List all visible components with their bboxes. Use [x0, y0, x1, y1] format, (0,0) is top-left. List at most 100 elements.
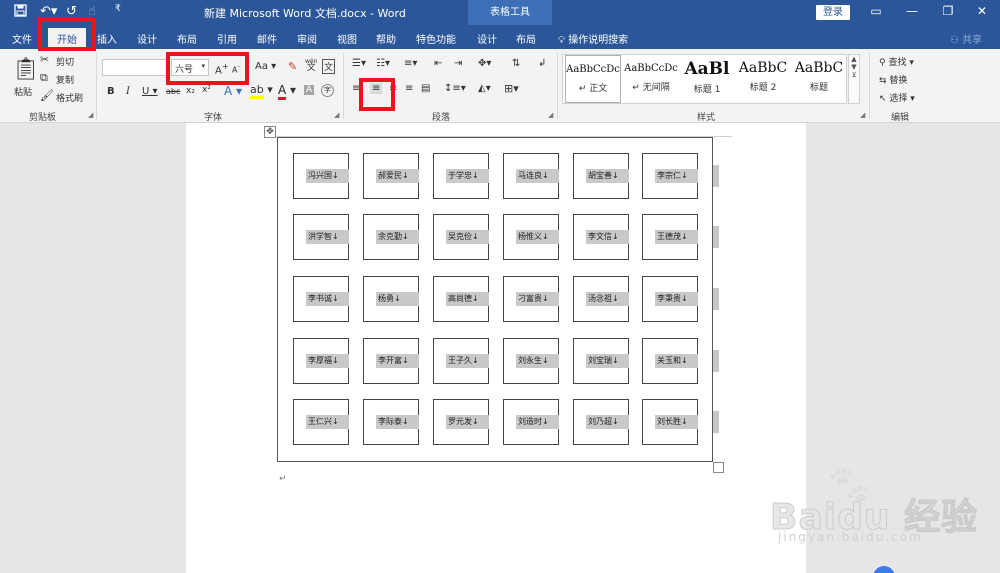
table-cell[interactable]: 杨惟义↓	[503, 214, 559, 260]
select-button[interactable]: ↖ 选择 ▾	[879, 91, 915, 104]
strikethrough-button[interactable]: abc	[166, 87, 180, 96]
tab-file[interactable]: 文件	[12, 31, 32, 46]
share-button[interactable]: ⚇ 共享	[950, 31, 982, 46]
underline-button[interactable]: U ▾	[142, 86, 158, 97]
style-heading-1[interactable]: AaBl 标题 1	[679, 55, 735, 103]
highlight-color-button[interactable]: ab ▾	[250, 83, 273, 99]
style-no-spacing[interactable]: AaBbCcDc ↵ 无间隔	[623, 55, 679, 103]
dialog-launcher-icon[interactable]: ◢	[548, 111, 553, 119]
table-cell[interactable]: 李秉贵↓	[642, 276, 698, 322]
close-icon[interactable]: ✕	[972, 4, 992, 18]
cut-icon[interactable]: ✂	[40, 53, 49, 66]
table-move-handle[interactable]: ✥	[264, 126, 276, 138]
show-marks-icon[interactable]: ↲	[538, 58, 546, 69]
table-cell[interactable]: 汤念祖↓	[573, 276, 629, 322]
table-cell[interactable]: 杨勇↓	[363, 276, 419, 322]
minimize-icon[interactable]: —	[902, 4, 922, 18]
styles-gallery[interactable]: AaBbCcDc ↵ 正文 AaBbCcDc ↵ 无间隔 AaBl 标题 1 A…	[562, 54, 847, 104]
tab-insert[interactable]: 插入	[97, 31, 117, 46]
table-cell[interactable]: 王德茂↓	[642, 214, 698, 260]
increase-indent-icon[interactable]: ⇥	[454, 58, 462, 69]
multilevel-list-icon[interactable]: ≡▾	[404, 58, 417, 69]
table-cell[interactable]: 李开富↓	[363, 338, 419, 384]
table-cell[interactable]: 刘乃超↓	[573, 399, 629, 445]
italic-button[interactable]: I	[126, 86, 130, 97]
chinese-layout-icon[interactable]: ✥▾	[478, 58, 491, 69]
borders-icon[interactable]: ⊞▾	[504, 82, 519, 95]
table-cell[interactable]: 高尚德↓	[433, 276, 489, 322]
tab-review[interactable]: 审阅	[297, 31, 317, 46]
font-color-button[interactable]: A ▾	[278, 83, 296, 100]
table-cell[interactable]: 李宗仁↓	[642, 153, 698, 199]
table-cell[interactable]: 刘永生↓	[503, 338, 559, 384]
table-cell[interactable]: 关玉和↓	[642, 338, 698, 384]
table-cell[interactable]: 刘造时↓	[503, 399, 559, 445]
tab-table-layout[interactable]: 布局	[516, 31, 536, 46]
save-icon[interactable]	[14, 4, 27, 21]
tab-help[interactable]: 帮助	[376, 31, 396, 46]
dialog-launcher-icon[interactable]: ◢	[860, 111, 865, 119]
styles-scroll[interactable]: ▲ ▼ ⊻	[848, 54, 860, 104]
character-border-button[interactable]: 文	[322, 59, 336, 74]
distributed-icon[interactable]: ▤	[421, 83, 430, 94]
sort-icon[interactable]: ⇅	[512, 58, 520, 69]
tab-special-features[interactable]: 特色功能	[416, 31, 456, 46]
tab-layout[interactable]: 布局	[177, 31, 197, 46]
font-name-box[interactable]	[102, 59, 170, 76]
table-resize-handle[interactable]	[713, 462, 724, 473]
subscript-button[interactable]: x₂	[186, 86, 195, 96]
customize-qat-icon[interactable]: ₹	[115, 4, 121, 14]
replace-button[interactable]: ⇆ 替换	[879, 73, 907, 86]
restore-icon[interactable]: ❐	[938, 4, 958, 18]
superscript-button[interactable]: x²	[202, 85, 211, 95]
dialog-launcher-icon[interactable]: ◢	[334, 111, 339, 119]
table-cell[interactable]: 李书诚↓	[293, 276, 349, 322]
character-shading-button[interactable]: A	[304, 85, 315, 95]
style-heading-2[interactable]: AaBbC 标题 2	[735, 55, 791, 103]
table-cell[interactable]: 胡宝善↓	[573, 153, 629, 199]
change-case-button[interactable]: Aa ▾	[255, 61, 276, 72]
find-button[interactable]: ⚲ 查找 ▾	[879, 55, 914, 68]
table-cell[interactable]: 马连良↓	[503, 153, 559, 199]
tab-view[interactable]: 视图	[337, 31, 357, 46]
format-painter-icon[interactable]: 🖌︎	[40, 89, 54, 102]
format-painter-button[interactable]: 格式刷	[56, 91, 83, 104]
table-cell[interactable]: 刘宝瑞↓	[573, 338, 629, 384]
style-title[interactable]: AaBbC 标题	[791, 55, 847, 103]
table-cell[interactable]: 郝爱民↓	[363, 153, 419, 199]
tab-mailings[interactable]: 邮件	[257, 31, 277, 46]
table-cell[interactable]: 王子久↓	[433, 338, 489, 384]
table-cell[interactable]: 冯兴国↓	[293, 153, 349, 199]
table-cell[interactable]: 洪学智↓	[293, 214, 349, 260]
table-cell[interactable]: 于学忠↓	[433, 153, 489, 199]
table-cell[interactable]: 刁富贵↓	[503, 276, 559, 322]
table-cell[interactable]: 王仁兴↓	[293, 399, 349, 445]
tab-table-design[interactable]: 设计	[477, 31, 497, 46]
paste-label[interactable]: 粘贴	[14, 85, 32, 98]
clear-formatting-icon[interactable]: ✎	[288, 60, 297, 73]
table-cell[interactable]: 李际泰↓	[363, 399, 419, 445]
cut-button[interactable]: 剪切	[56, 55, 74, 68]
enclose-characters-button[interactable]: 字	[321, 84, 334, 97]
tab-design[interactable]: 设计	[137, 31, 157, 46]
table-cell[interactable]: 李厚福↓	[293, 338, 349, 384]
numbering-icon[interactable]: ☷▾	[376, 58, 390, 69]
table-cell[interactable]: 刘长胜↓	[642, 399, 698, 445]
phonetic-guide-button[interactable]: wén 文	[305, 58, 317, 73]
paste-icon[interactable]: 📋︎	[12, 57, 40, 82]
copy-button[interactable]: 复制	[56, 73, 74, 86]
text-effects-button[interactable]: A ▾	[224, 84, 242, 98]
line-spacing-icon[interactable]: ↕≡▾	[444, 83, 466, 94]
table-cell[interactable]: 吴克俭↓	[433, 214, 489, 260]
shading-icon[interactable]: ◭▾	[478, 83, 491, 94]
ribbon-display-options-icon[interactable]: ▭	[866, 4, 886, 18]
justify-icon[interactable]: ≡	[405, 83, 413, 94]
copy-icon[interactable]: ⧉	[40, 71, 48, 85]
decrease-indent-icon[interactable]: ⇤	[434, 58, 442, 69]
table-cell[interactable]: 余克勤↓	[363, 214, 419, 260]
table-cell[interactable]: 罗元发↓	[433, 399, 489, 445]
bullets-icon[interactable]: ☰▾	[352, 58, 366, 69]
tab-references[interactable]: 引用	[217, 31, 237, 46]
table-cell[interactable]: 李文信↓	[573, 214, 629, 260]
style-normal[interactable]: AaBbCcDc ↵ 正文	[565, 55, 621, 103]
